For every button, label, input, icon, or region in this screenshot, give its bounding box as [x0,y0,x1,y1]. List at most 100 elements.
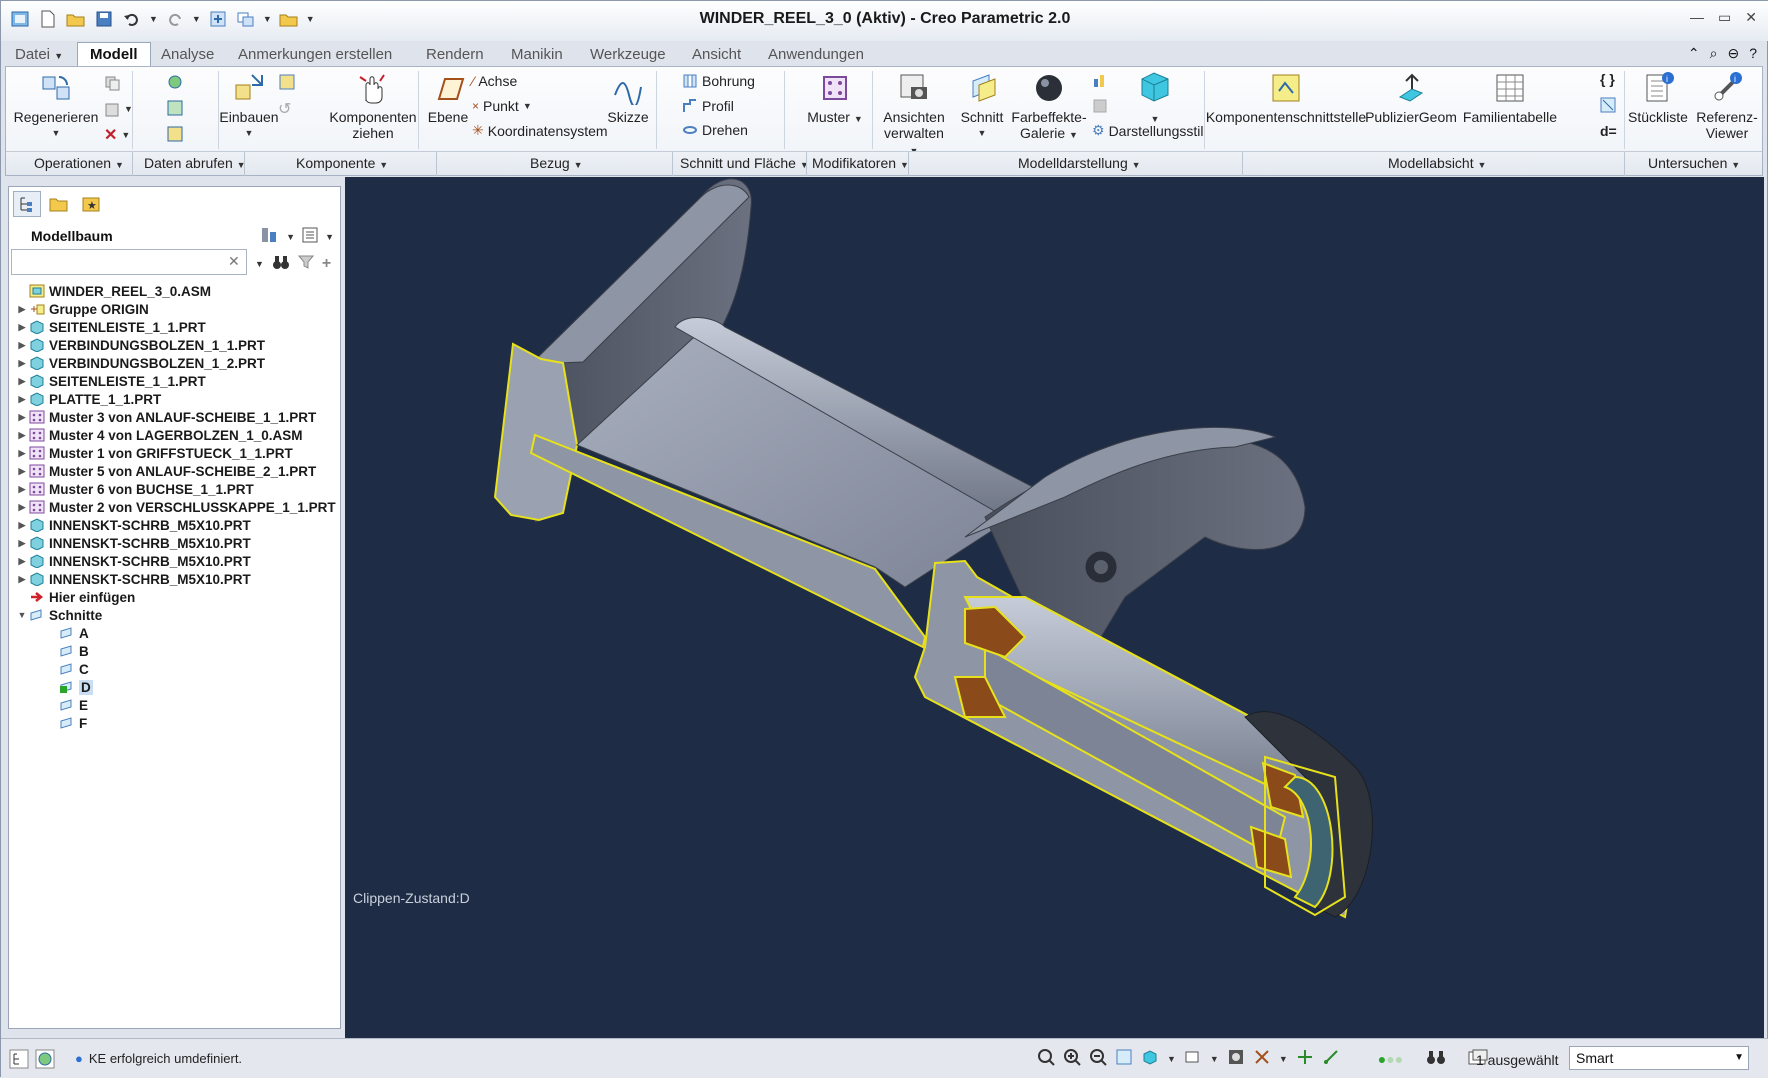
tree-item[interactable]: ▶ SEITENLEISTE_1_1.PRT [15,318,337,336]
familientabelle-button[interactable]: Familientabelle [1462,71,1558,125]
group-modellabsicht[interactable]: Modellabsicht ▼ [1388,155,1486,171]
view-manager-icon[interactable] [1227,1048,1245,1069]
model-tree-search-input[interactable] [11,249,247,275]
add-column-icon[interactable]: + [322,255,331,273]
display-tool-2-button[interactable] [1092,98,1108,114]
expand-closed-icon[interactable]: ▶ [15,520,29,531]
ebene-button[interactable]: Ebene [426,71,470,125]
expand-closed-icon[interactable]: ▶ [15,502,29,513]
expand-closed-icon[interactable]: ▶ [15,322,29,333]
merge-button[interactable] [166,99,184,117]
tree-item[interactable]: ▶ PLATTE_1_1.PRT [15,390,337,408]
expand-open-icon[interactable]: ▼ [15,610,29,620]
assembly-3d-view[interactable] [345,177,1764,1038]
group-daten-abrufen[interactable]: Daten abrufen ▼ [144,155,246,171]
community-icon[interactable]: ⊖ [1727,45,1739,62]
expand-closed-icon[interactable]: ▶ [15,376,29,387]
expand-closed-icon[interactable]: ▶ [15,430,29,441]
group-komponente[interactable]: Komponente ▼ [296,155,388,171]
koordinatensystem-button[interactable]: ✳ Koordinatensystem [472,122,608,139]
tree-item[interactable]: ▶ INNENSKT-SCHRB_M5X10.PRT [15,516,337,534]
minimize-icon[interactable]: — [1690,9,1704,26]
ansichten-verwalten-button[interactable]: Ansichtenverwalten ▼ [878,71,950,159]
display-style-small-dropdown-icon[interactable]: ▼ [1167,1054,1176,1064]
expand-closed-icon[interactable]: ▶ [15,412,29,423]
tree-item[interactable]: ▶ INNENSKT-SCHRB_M5X10.PRT [15,552,337,570]
group-modelldarstellung[interactable]: Modelldarstellung ▼ [1018,155,1141,171]
drehen-button[interactable]: Drehen [682,122,748,138]
d-equals-button[interactable]: d= [1600,123,1617,139]
filter-icon[interactable] [297,254,314,273]
create-component-button[interactable] [278,73,296,91]
tab-folder-browser[interactable] [45,191,73,217]
saved-views-dropdown-icon[interactable]: ▼ [1210,1054,1219,1064]
tree-item[interactable]: A [15,624,337,642]
expand-closed-icon[interactable]: ▶ [15,448,29,459]
group-untersuchen[interactable]: Untersuchen ▼ [1648,155,1740,171]
tab-datei[interactable]: Datei ▼ [15,43,63,67]
tab-analyse[interactable]: Analyse [161,43,214,67]
tree-item[interactable]: ▶ Muster 1 von GRIFFSTUECK_1_1.PRT [15,444,337,462]
left-end-cut[interactable] [493,342,579,522]
expand-closed-icon[interactable]: ▶ [15,340,29,351]
tree-settings-dropdown-icon[interactable]: ▼ [286,232,295,242]
expand-closed-icon[interactable]: ▶ [15,574,29,585]
tree-item[interactable]: F [15,714,337,732]
muster-button[interactable]: Muster ▼ [804,71,866,127]
delete-button[interactable]: ✕ ▼ [104,125,130,145]
display-style-cube-button[interactable]: ▼ [1132,69,1178,127]
group-operationen[interactable]: Operationen ▼ [34,155,124,171]
shrinkwrap-button[interactable] [166,125,184,143]
tree-item[interactable]: ▶ SEITENLEISTE_1_1.PRT [15,372,337,390]
tab-modell[interactable]: Modell [77,42,151,68]
stueckliste-button[interactable]: i Stückliste [1626,71,1690,125]
expand-closed-icon[interactable]: ▶ [15,358,29,369]
punkt-button[interactable]: × Punkt ▼ [472,98,532,114]
tree-item[interactable]: ▶ Muster 6 von BUCHSE_1_1.PRT [15,480,337,498]
komponentenschnittstelle-button[interactable]: Komponentenschnittstelle [1206,71,1366,125]
farbeffekte-galerie-button[interactable]: Farbeffekte- Galerie ▼ [1011,71,1087,143]
tree-item[interactable]: Hier einfügen [15,588,337,606]
tree-item[interactable]: ▶ INNENSKT-SCHRB_M5X10.PRT [15,534,337,552]
search-icon[interactable]: ⌕ [1710,45,1718,62]
komponenten-ziehen-button[interactable]: Komponenten ziehen [329,71,417,141]
tree-item[interactable]: E [15,696,337,714]
expand-closed-icon[interactable]: ▶ [15,304,29,315]
referenz-viewer-button[interactable]: i Referenz- Viewer [1694,71,1760,141]
zoom-out-icon[interactable] [1089,1048,1107,1069]
tree-columns-icon[interactable] [301,226,319,247]
collapse-ribbon-icon[interactable]: ⌃ [1688,45,1700,62]
saved-views-icon[interactable] [1184,1048,1202,1069]
find-binoculars-icon[interactable] [272,254,290,273]
group-modifikatoren[interactable]: Modifikatoren ▼ [812,155,909,171]
tree-item[interactable]: ▶ Muster 2 von VERSCHLUSSKAPPE_1_1.PRT [15,498,337,516]
clear-search-icon[interactable]: ✕ [228,253,240,270]
spin-center-icon[interactable] [1296,1048,1314,1069]
expand-closed-icon[interactable]: ▶ [15,538,29,549]
expand-closed-icon[interactable]: ▶ [15,394,29,405]
datum-display-dropdown-icon[interactable]: ▼ [1279,1054,1288,1064]
maximize-icon[interactable]: ▭ [1718,9,1731,26]
group-schnitt-und-flaeche[interactable]: Schnitt und Fläche ▼ [680,155,809,171]
tree-item[interactable]: ▶ Muster 5 von ANLAUF-SCHEIBE_2_1.PRT [15,462,337,480]
copy-button[interactable] [104,75,120,91]
parameters-button[interactable] [1600,97,1616,113]
expand-closed-icon[interactable]: ▶ [15,556,29,567]
expand-closed-icon[interactable]: ▶ [15,466,29,477]
tree-item[interactable]: B [15,642,337,660]
tab-werkzeuge[interactable]: Werkzeuge [590,43,666,67]
tab-favorites[interactable]: ★ [77,191,105,217]
repeat-button[interactable]: ↺ [278,99,291,119]
tree-item[interactable]: D [15,678,337,696]
find-icon[interactable] [1425,1048,1447,1069]
tree-item[interactable]: ▶ VERBINDUNGSBOLZEN_1_1.PRT [15,336,337,354]
help-icon[interactable]: ? [1749,45,1757,62]
tree-item[interactable]: ▶ Muster 4 von LAGERBOLZEN_1_0.ASM [15,426,337,444]
achse-button[interactable]: ⁄ Achse [472,73,517,89]
tab-anmerkungen[interactable]: Anmerkungen erstellen [238,43,392,67]
publiziergeom-button[interactable]: PublizierGeom [1365,71,1457,125]
group-bezug[interactable]: Bezug ▼ [530,155,583,171]
tree-columns-dropdown-icon[interactable]: ▼ [325,232,334,242]
refit-icon[interactable] [1037,1048,1055,1069]
tree-item[interactable]: ▶ VERBINDUNGSBOLZEN_1_2.PRT [15,354,337,372]
